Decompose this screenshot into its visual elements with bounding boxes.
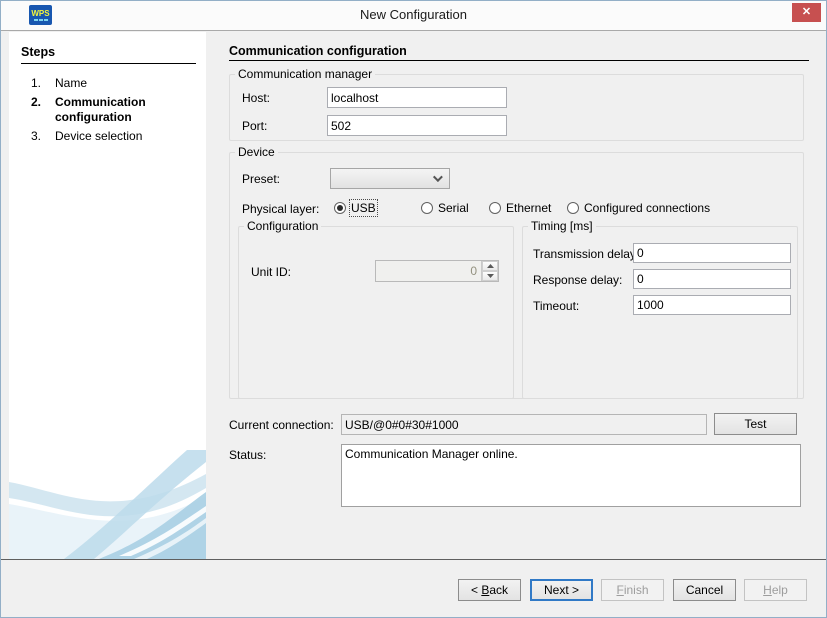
- communication-manager-group: Communication manager Host: Port:: [229, 67, 804, 141]
- window-title: New Configuration: [360, 7, 467, 22]
- step-number: 3.: [31, 129, 42, 143]
- step-number: 2.: [31, 95, 42, 109]
- footer-button-0[interactable]: < Back: [458, 579, 521, 601]
- host-label: Host:: [242, 91, 271, 105]
- unit-id-value: 0: [470, 264, 477, 278]
- arrow-up-icon: [486, 264, 494, 268]
- title-bar: WPS New Configuration ✕: [1, 1, 826, 31]
- radio-label: USB: [349, 199, 378, 217]
- radio-physical-2[interactable]: Ethernet: [489, 201, 551, 215]
- communication-manager-legend: Communication manager: [238, 67, 373, 81]
- port-label: Port:: [242, 119, 268, 133]
- status-textarea[interactable]: Communication Manager online.: [341, 444, 801, 507]
- radio-label: Configured connections: [584, 201, 711, 215]
- response-delay-input[interactable]: [633, 269, 791, 289]
- unit-id-label: Unit ID:: [251, 265, 292, 279]
- footer-button-3[interactable]: Cancel: [673, 579, 736, 601]
- swoosh-watermark-graphic: [9, 450, 206, 559]
- timing-group: Timing [ms] Transmission delay: Response…: [522, 219, 798, 399]
- close-icon: ✕: [801, 6, 812, 18]
- close-button[interactable]: ✕: [792, 3, 821, 22]
- spinner-down-button[interactable]: [482, 271, 498, 281]
- radio-physical-3[interactable]: Configured connections: [567, 201, 710, 215]
- timeout-label: Timeout:: [533, 299, 580, 313]
- footer-button-1[interactable]: Next >: [530, 579, 593, 601]
- step-item-0: 1. Name: [9, 74, 206, 93]
- step-label: Communication configuration: [55, 95, 146, 124]
- new-configuration-dialog: WPS New Configuration ✕ Steps 1. Name 2.…: [0, 0, 827, 618]
- steps-sidebar: Steps 1. Name 2. Communication configura…: [9, 32, 206, 559]
- unit-id-stepper: 0: [375, 260, 499, 282]
- step-item-2: 3. Device selection: [9, 127, 206, 146]
- steps-heading: Steps: [21, 45, 196, 64]
- current-connection-field: [341, 414, 707, 435]
- steps-list: 1. Name 2. Communication configuration 3…: [9, 74, 206, 146]
- device-legend: Device: [238, 145, 275, 159]
- radio-physical-1[interactable]: Serial: [421, 201, 469, 215]
- radio-label: Serial: [438, 201, 469, 215]
- response-delay-label: Response delay:: [533, 273, 623, 287]
- page-title: Communication configuration: [229, 44, 407, 58]
- radio-physical-0[interactable]: USB: [334, 199, 378, 217]
- timing-legend: Timing [ms]: [531, 219, 593, 233]
- radio-icon: [567, 202, 579, 214]
- unit-id-spin-buttons: [481, 261, 498, 281]
- footer-button-4: Help: [744, 579, 807, 601]
- page-title-rule: [229, 60, 809, 61]
- configuration-group: Configuration Unit ID: 0: [238, 219, 514, 399]
- transmission-delay-input[interactable]: [633, 243, 791, 263]
- host-input[interactable]: [327, 87, 507, 108]
- footer-button-2: Finish: [601, 579, 664, 601]
- step-label: Device selection: [55, 129, 143, 143]
- configuration-legend: Configuration: [247, 219, 319, 233]
- radio-icon: [489, 202, 501, 214]
- arrow-down-icon: [486, 274, 494, 278]
- radio-icon: [334, 202, 346, 214]
- preset-select[interactable]: [330, 168, 450, 189]
- step-item-1: 2. Communication configuration: [9, 93, 206, 127]
- transmission-delay-label: Transmission delay:: [533, 247, 640, 261]
- port-input[interactable]: [327, 115, 507, 136]
- physical-layer-label: Physical layer:: [242, 202, 320, 216]
- device-group: Device Preset: Physical layer: USB Seria…: [229, 145, 804, 399]
- radio-label: Ethernet: [506, 201, 552, 215]
- current-connection-label: Current connection:: [229, 418, 334, 432]
- test-button[interactable]: Test: [714, 413, 797, 435]
- spinner-up-button[interactable]: [482, 261, 498, 271]
- timeout-input[interactable]: [633, 295, 791, 315]
- chevron-down-icon: [432, 172, 443, 183]
- step-number: 1.: [31, 76, 42, 90]
- step-label: Name: [55, 76, 88, 90]
- preset-label: Preset:: [242, 172, 281, 186]
- status-label: Status:: [229, 448, 267, 462]
- radio-icon: [421, 202, 433, 214]
